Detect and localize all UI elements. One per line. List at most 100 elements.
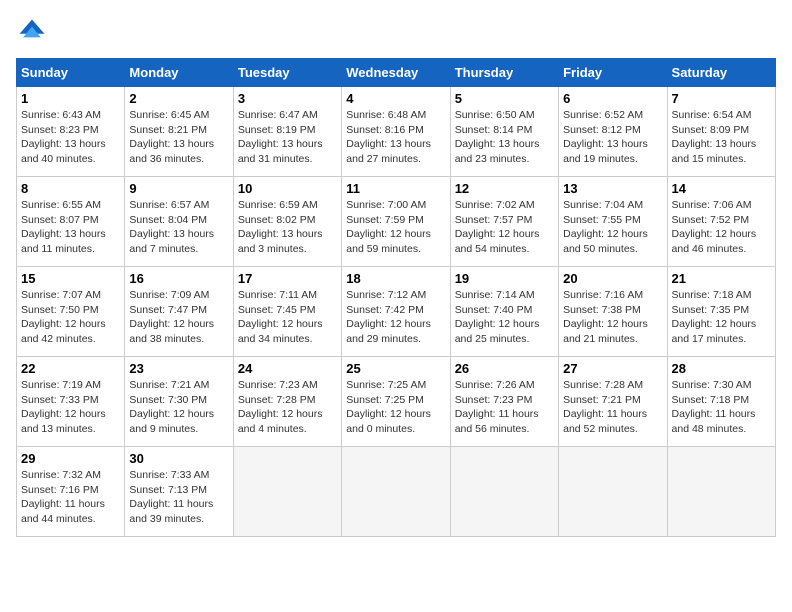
- day-info: Sunrise: 7:04 AMSunset: 7:55 PMDaylight:…: [563, 198, 662, 257]
- day-number: 1: [21, 91, 120, 106]
- day-number: 12: [455, 181, 554, 196]
- calendar-cell: 12 Sunrise: 7:02 AMSunset: 7:57 PMDayligh…: [450, 177, 558, 267]
- day-number: 10: [238, 181, 337, 196]
- day-info: Sunrise: 6:48 AMSunset: 8:16 PMDaylight:…: [346, 108, 445, 167]
- day-number: 28: [672, 361, 771, 376]
- day-number: 9: [129, 181, 228, 196]
- week-row-2: 8 Sunrise: 6:55 AMSunset: 8:07 PMDaylight…: [17, 177, 776, 267]
- day-number: 3: [238, 91, 337, 106]
- day-number: 29: [21, 451, 120, 466]
- calendar-cell: 23 Sunrise: 7:21 AMSunset: 7:30 PMDayligh…: [125, 357, 233, 447]
- day-info: Sunrise: 7:32 AMSunset: 7:16 PMDaylight:…: [21, 468, 120, 527]
- calendar-cell: 20Sunrise: 7:16 AMSunset: 7:38 PMDayligh…: [559, 267, 667, 357]
- day-number: 22: [21, 361, 120, 376]
- week-row-1: 1Sunrise: 6:43 AMSunset: 8:23 PMDaylight…: [17, 87, 776, 177]
- day-info: Sunrise: 7:26 AMSunset: 7:23 PMDaylight:…: [455, 378, 554, 437]
- logo: [16, 16, 52, 48]
- day-number: 7: [672, 91, 771, 106]
- calendar-cell: 7Sunrise: 6:54 AMSunset: 8:09 PMDaylight…: [667, 87, 775, 177]
- day-number: 27: [563, 361, 662, 376]
- day-info: Sunrise: 7:14 AMSunset: 7:40 PMDaylight:…: [455, 288, 554, 347]
- day-number: 17: [238, 271, 337, 286]
- day-number: 25: [346, 361, 445, 376]
- day-number: 14: [672, 181, 771, 196]
- day-info: Sunrise: 7:19 AMSunset: 7:33 PMDaylight:…: [21, 378, 120, 437]
- week-row-4: 22 Sunrise: 7:19 AMSunset: 7:33 PMDayligh…: [17, 357, 776, 447]
- calendar-table: SundayMondayTuesdayWednesdayThursdayFrid…: [16, 58, 776, 537]
- day-number: 30: [129, 451, 228, 466]
- day-info: Sunrise: 6:59 AMSunset: 8:02 PMDaylight:…: [238, 198, 337, 257]
- calendar-cell: 30 Sunrise: 7:33 AMSunset: 7:13 PMDayligh…: [125, 447, 233, 537]
- calendar-cell: 22 Sunrise: 7:19 AMSunset: 7:33 PMDayligh…: [17, 357, 125, 447]
- day-info: Sunrise: 7:21 AMSunset: 7:30 PMDaylight:…: [129, 378, 228, 437]
- calendar-cell: 10 Sunrise: 6:59 AMSunset: 8:02 PMDayligh…: [233, 177, 341, 267]
- day-info: Sunrise: 6:55 AMSunset: 8:07 PMDaylight:…: [21, 198, 120, 257]
- day-info: Sunrise: 7:11 AMSunset: 7:45 PMDaylight:…: [238, 288, 337, 347]
- day-info: Sunrise: 6:47 AMSunset: 8:19 PMDaylight:…: [238, 108, 337, 167]
- calendar-cell: 29 Sunrise: 7:32 AMSunset: 7:16 PMDayligh…: [17, 447, 125, 537]
- calendar-cell: 11Sunrise: 7:00 AMSunset: 7:59 PMDayligh…: [342, 177, 450, 267]
- day-info: Sunrise: 6:57 AMSunset: 8:04 PMDaylight:…: [129, 198, 228, 257]
- calendar-cell: [233, 447, 341, 537]
- calendar-cell: 18 Sunrise: 7:12 AMSunset: 7:42 PMDayligh…: [342, 267, 450, 357]
- calendar-cell: 19 Sunrise: 7:14 AMSunset: 7:40 PMDayligh…: [450, 267, 558, 357]
- calendar-cell: 6 Sunrise: 6:52 AMSunset: 8:12 PMDaylight…: [559, 87, 667, 177]
- day-number: 8: [21, 181, 120, 196]
- day-info: Sunrise: 7:06 AMSunset: 7:52 PMDaylight:…: [672, 198, 771, 257]
- calendar-cell: 24 Sunrise: 7:23 AMSunset: 7:28 PMDayligh…: [233, 357, 341, 447]
- day-info: Sunrise: 7:02 AMSunset: 7:57 PMDaylight:…: [455, 198, 554, 257]
- calendar-cell: 1Sunrise: 6:43 AMSunset: 8:23 PMDaylight…: [17, 87, 125, 177]
- day-info: Sunrise: 6:50 AMSunset: 8:14 PMDaylight:…: [455, 108, 554, 167]
- day-number: 2: [129, 91, 228, 106]
- calendar-header-monday: Monday: [125, 59, 233, 87]
- day-info: Sunrise: 7:28 AMSunset: 7:21 PMDaylight:…: [563, 378, 662, 437]
- day-info: Sunrise: 7:33 AMSunset: 7:13 PMDaylight:…: [129, 468, 228, 527]
- page-header: [16, 16, 776, 48]
- calendar-header-friday: Friday: [559, 59, 667, 87]
- day-info: Sunrise: 6:45 AMSunset: 8:21 PMDaylight:…: [129, 108, 228, 167]
- calendar-header-saturday: Saturday: [667, 59, 775, 87]
- day-number: 24: [238, 361, 337, 376]
- calendar-header-tuesday: Tuesday: [233, 59, 341, 87]
- calendar-cell: 27 Sunrise: 7:28 AMSunset: 7:21 PMDayligh…: [559, 357, 667, 447]
- week-row-3: 15Sunrise: 7:07 AMSunset: 7:50 PMDayligh…: [17, 267, 776, 357]
- calendar-header-row: SundayMondayTuesdayWednesdayThursdayFrid…: [17, 59, 776, 87]
- day-info: Sunrise: 7:25 AMSunset: 7:25 PMDaylight:…: [346, 378, 445, 437]
- day-info: Sunrise: 7:18 AMSunset: 7:35 PMDaylight:…: [672, 288, 771, 347]
- day-number: 26: [455, 361, 554, 376]
- calendar-cell: [450, 447, 558, 537]
- day-number: 21: [672, 271, 771, 286]
- calendar-header-wednesday: Wednesday: [342, 59, 450, 87]
- day-info: Sunrise: 7:09 AMSunset: 7:47 PMDaylight:…: [129, 288, 228, 347]
- day-number: 16: [129, 271, 228, 286]
- day-number: 19: [455, 271, 554, 286]
- day-number: 11: [346, 181, 445, 196]
- day-number: 5: [455, 91, 554, 106]
- calendar-cell: 8 Sunrise: 6:55 AMSunset: 8:07 PMDaylight…: [17, 177, 125, 267]
- calendar-cell: [559, 447, 667, 537]
- day-info: Sunrise: 7:23 AMSunset: 7:28 PMDaylight:…: [238, 378, 337, 437]
- calendar-cell: 4Sunrise: 6:48 AMSunset: 8:16 PMDaylight…: [342, 87, 450, 177]
- calendar-cell: 21 Sunrise: 7:18 AMSunset: 7:35 PMDayligh…: [667, 267, 775, 357]
- calendar-cell: 3 Sunrise: 6:47 AMSunset: 8:19 PMDaylight…: [233, 87, 341, 177]
- calendar-cell: 16 Sunrise: 7:09 AMSunset: 7:47 PMDayligh…: [125, 267, 233, 357]
- day-number: 13: [563, 181, 662, 196]
- logo-icon: [16, 16, 48, 48]
- calendar-cell: [667, 447, 775, 537]
- calendar-cell: 13 Sunrise: 7:04 AMSunset: 7:55 PMDayligh…: [559, 177, 667, 267]
- day-number: 6: [563, 91, 662, 106]
- day-info: Sunrise: 7:12 AMSunset: 7:42 PMDaylight:…: [346, 288, 445, 347]
- calendar-cell: 28 Sunrise: 7:30 AMSunset: 7:18 PMDayligh…: [667, 357, 775, 447]
- day-number: 18: [346, 271, 445, 286]
- calendar-cell: [342, 447, 450, 537]
- day-info: Sunrise: 7:30 AMSunset: 7:18 PMDaylight:…: [672, 378, 771, 437]
- day-info: Sunrise: 6:52 AMSunset: 8:12 PMDaylight:…: [563, 108, 662, 167]
- calendar-header-sunday: Sunday: [17, 59, 125, 87]
- calendar-header-thursday: Thursday: [450, 59, 558, 87]
- calendar-cell: 2 Sunrise: 6:45 AMSunset: 8:21 PMDaylight…: [125, 87, 233, 177]
- day-number: 23: [129, 361, 228, 376]
- day-info: Sunrise: 7:07 AMSunset: 7:50 PMDaylight:…: [21, 288, 120, 347]
- week-row-5: 29 Sunrise: 7:32 AMSunset: 7:16 PMDayligh…: [17, 447, 776, 537]
- day-info: Sunrise: 7:16 AMSunset: 7:38 PMDaylight:…: [563, 288, 662, 347]
- calendar-cell: 14 Sunrise: 7:06 AMSunset: 7:52 PMDayligh…: [667, 177, 775, 267]
